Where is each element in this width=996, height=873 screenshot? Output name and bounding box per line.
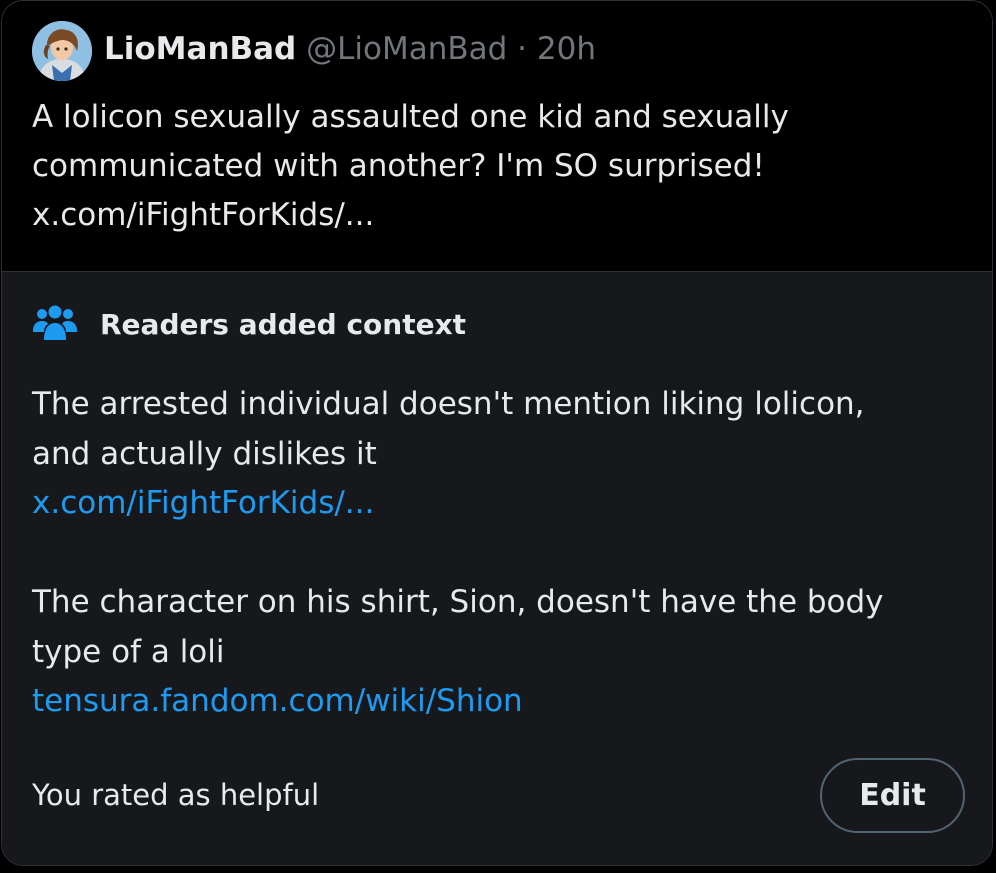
note-source-link[interactable]: x.com/iFightForKids/...: [32, 479, 972, 529]
tweet[interactable]: LioManBad @LioManBad · 20h A lolicon sex…: [2, 1, 992, 271]
note-text-line: type of a loli: [32, 633, 225, 670]
avatar[interactable]: [32, 21, 92, 81]
rating-status: You rated as helpful: [32, 778, 320, 812]
tweet-header: LioManBad @LioManBad · 20h: [104, 29, 596, 69]
user-avatar-icon: [32, 21, 92, 81]
community-note-header: Readers added context: [32, 302, 466, 346]
community-note-title: Readers added context: [100, 307, 467, 341]
community-note: Readers added context The arrested indiv…: [2, 271, 992, 865]
tweet-text-line: A lolicon sexually assaulted one kid and…: [32, 99, 789, 135]
people-icon: [33, 305, 77, 340]
note-text-line: The character on his shirt, Sion, doesn'…: [32, 584, 884, 620]
user-handle[interactable]: @LioManBad: [306, 31, 507, 67]
display-name[interactable]: LioManBad: [104, 31, 296, 67]
separator-dot: ·: [517, 31, 528, 67]
timestamp[interactable]: 20h: [537, 31, 596, 67]
tweet-link[interactable]: x.com/iFightForKids/...: [32, 191, 962, 240]
tweet-text: A lolicon sexually assaulted one kid and…: [32, 93, 962, 240]
community-note-body: The arrested individual doesn't mention …: [32, 380, 972, 727]
tweet-text-line: communicated with another? I'm SO surpri…: [32, 148, 765, 184]
tweet-card: LioManBad @LioManBad · 20h A lolicon sex…: [1, 0, 993, 866]
note-source-link[interactable]: tensura.fandom.com/wiki/Shion: [32, 677, 972, 727]
note-text-line: The arrested individual doesn't mention …: [32, 386, 865, 422]
note-text-line: and actually dislikes it: [32, 435, 377, 472]
edit-button[interactable]: Edit: [820, 758, 965, 833]
